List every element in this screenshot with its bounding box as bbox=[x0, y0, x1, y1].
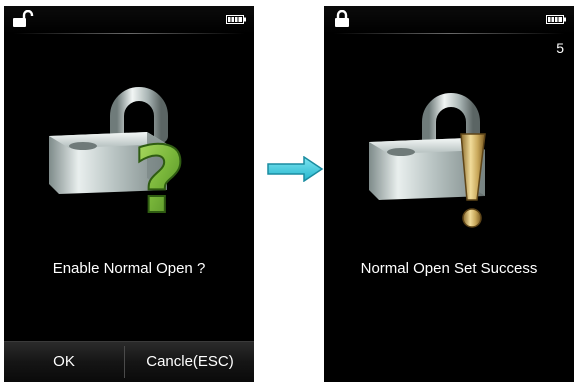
padlock-question-mark-icon: ? bbox=[39, 74, 209, 229]
softkey-bar: OK Cancle(ESC) bbox=[4, 341, 254, 382]
confirm-screen: ? Enable Normal Open ? OK Cancle(ESC) bbox=[4, 6, 254, 382]
right-arrow-icon bbox=[267, 156, 324, 182]
battery-full-icon bbox=[546, 15, 566, 24]
ok-button[interactable]: OK bbox=[4, 342, 124, 382]
locked-padlock-icon bbox=[335, 10, 349, 27]
unlocked-padlock-icon bbox=[13, 10, 34, 27]
status-bar bbox=[4, 6, 254, 34]
cancel-button[interactable]: Cancle(ESC) bbox=[126, 342, 254, 382]
softkey-divider bbox=[124, 346, 125, 378]
status-bar bbox=[324, 6, 574, 34]
svg-text:?: ? bbox=[133, 127, 186, 229]
padlock-exclamation-icon bbox=[359, 82, 529, 237]
success-screen: 5 Normal Open Set Success bbox=[324, 6, 574, 382]
countdown-timer: 5 bbox=[556, 40, 564, 56]
battery-full-icon bbox=[226, 15, 246, 24]
success-message: Normal Open Set Success bbox=[360, 260, 538, 277]
confirm-message: Enable Normal Open ? bbox=[52, 260, 206, 277]
